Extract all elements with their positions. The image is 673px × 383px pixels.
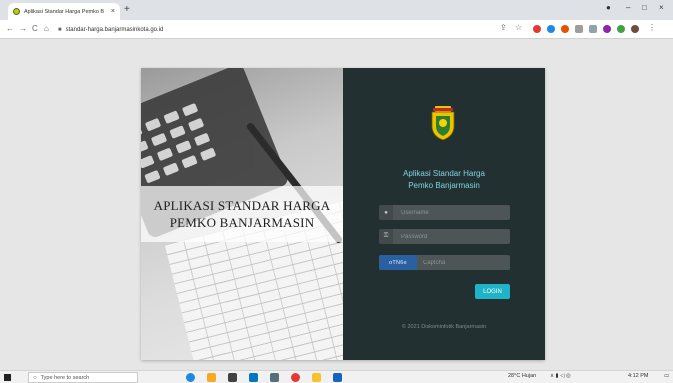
password-field: ⚿	[379, 229, 510, 244]
share-icon[interactable]: ⇪	[500, 23, 507, 32]
url-field[interactable]: ■ standar-harga.banjarmasinkota.go.id	[58, 23, 458, 36]
bookmark-star-icon[interactable]: ☆	[515, 23, 522, 32]
profile-icon[interactable]: ●	[606, 3, 611, 12]
extension-icon[interactable]	[547, 25, 555, 33]
app-icon[interactable]	[270, 373, 279, 382]
weather-widget[interactable]: 28°C Hujan	[508, 373, 536, 379]
taskbar-search[interactable]: ○ Type here to search	[28, 372, 138, 383]
forward-button[interactable]: →	[19, 24, 27, 33]
hero-title-line1: APLIKASI STANDAR HARGA	[153, 198, 331, 213]
tab-title: Aplikasi Standar Harga Pemko B	[24, 8, 105, 15]
mail-app-icon[interactable]	[249, 373, 258, 382]
lock-icon: ■	[58, 26, 62, 33]
taskbar-search-placeholder: Type here to search	[40, 374, 90, 381]
username-field: ●	[379, 205, 510, 220]
minimize-button[interactable]: –	[626, 3, 630, 12]
site-favicon-icon	[13, 8, 20, 15]
os-taskbar: ○ Type here to search 28°C Hujan ∧ ▮ ◁ ◎…	[0, 370, 673, 383]
back-button[interactable]: ←	[6, 24, 14, 33]
captcha-image[interactable]: oTN6e	[379, 255, 417, 270]
new-tab-button[interactable]: +	[124, 4, 130, 15]
chrome-app-icon[interactable]	[291, 373, 300, 382]
login-card: APLIKASI STANDAR HARGA PEMKO BANJARMASIN…	[141, 68, 545, 360]
reload-button[interactable]: C	[32, 24, 38, 33]
restore-button[interactable]: □	[642, 3, 647, 12]
hero-image-panel: APLIKASI STANDAR HARGA PEMKO BANJARMASIN	[141, 68, 343, 360]
app-icon[interactable]	[333, 373, 342, 382]
search-icon: ○	[33, 374, 37, 381]
password-input[interactable]	[401, 233, 501, 240]
close-window-button[interactable]: ×	[659, 3, 664, 12]
url-text: standar-harga.banjarmasinkota.go.id	[65, 26, 164, 33]
hero-title: APLIKASI STANDAR HARGA PEMKO BANJARMASIN	[141, 186, 343, 242]
clock[interactable]: 4:12 PM	[628, 373, 648, 379]
browser-tab[interactable]: Aplikasi Standar Harga Pemko B ×	[8, 3, 120, 20]
store-app-icon[interactable]	[228, 373, 237, 382]
extension-icon[interactable]	[561, 25, 569, 33]
banjarmasin-emblem-logo	[431, 106, 455, 140]
extension-icon[interactable]	[533, 25, 541, 33]
profile-avatar-icon[interactable]	[631, 25, 639, 33]
notifications-icon[interactable]: ▭	[664, 373, 669, 379]
extension-icon[interactable]	[589, 25, 597, 33]
login-panel: Aplikasi Standar Harga Pemko Banjarmasin…	[343, 68, 545, 360]
captcha-field: oTN6e	[379, 255, 510, 270]
tab-close-icon[interactable]: ×	[111, 8, 115, 15]
system-tray-icons[interactable]: ∧ ▮ ◁ ◎	[550, 373, 571, 379]
menu-kebab-icon[interactable]: ⋮	[648, 23, 656, 32]
file-explorer-icon[interactable]	[207, 373, 216, 382]
app-title: Aplikasi Standar Harga Pemko Banjarmasin	[343, 168, 545, 192]
app-icon[interactable]	[312, 373, 321, 382]
extension-icon[interactable]	[617, 25, 625, 33]
hero-title-line2: PEMKO BANJARMASIN	[169, 215, 315, 230]
extension-icon[interactable]	[575, 25, 583, 33]
user-icon: ●	[379, 205, 393, 220]
extension-icon[interactable]	[603, 25, 611, 33]
home-button[interactable]: ⌂	[44, 24, 49, 33]
copyright-text: © 2021 Diskominfotik Banjarmasin	[401, 324, 487, 330]
login-button[interactable]: LOGIN	[475, 284, 510, 299]
edge-app-icon[interactable]	[186, 373, 195, 382]
key-icon: ⚿	[379, 229, 393, 244]
username-input[interactable]	[401, 209, 501, 216]
browser-tab-bar: Aplikasi Standar Harga Pemko B × + ● – □…	[0, 0, 673, 20]
app-title-line1: Aplikasi Standar Harga	[403, 169, 485, 178]
address-bar: ← → C ⌂ ■ standar-harga.banjarmasinkota.…	[0, 20, 673, 39]
app-title-line2: Pemko Banjarmasin	[408, 181, 480, 190]
captcha-input[interactable]	[423, 259, 508, 266]
windows-start-icon[interactable]	[4, 374, 11, 381]
